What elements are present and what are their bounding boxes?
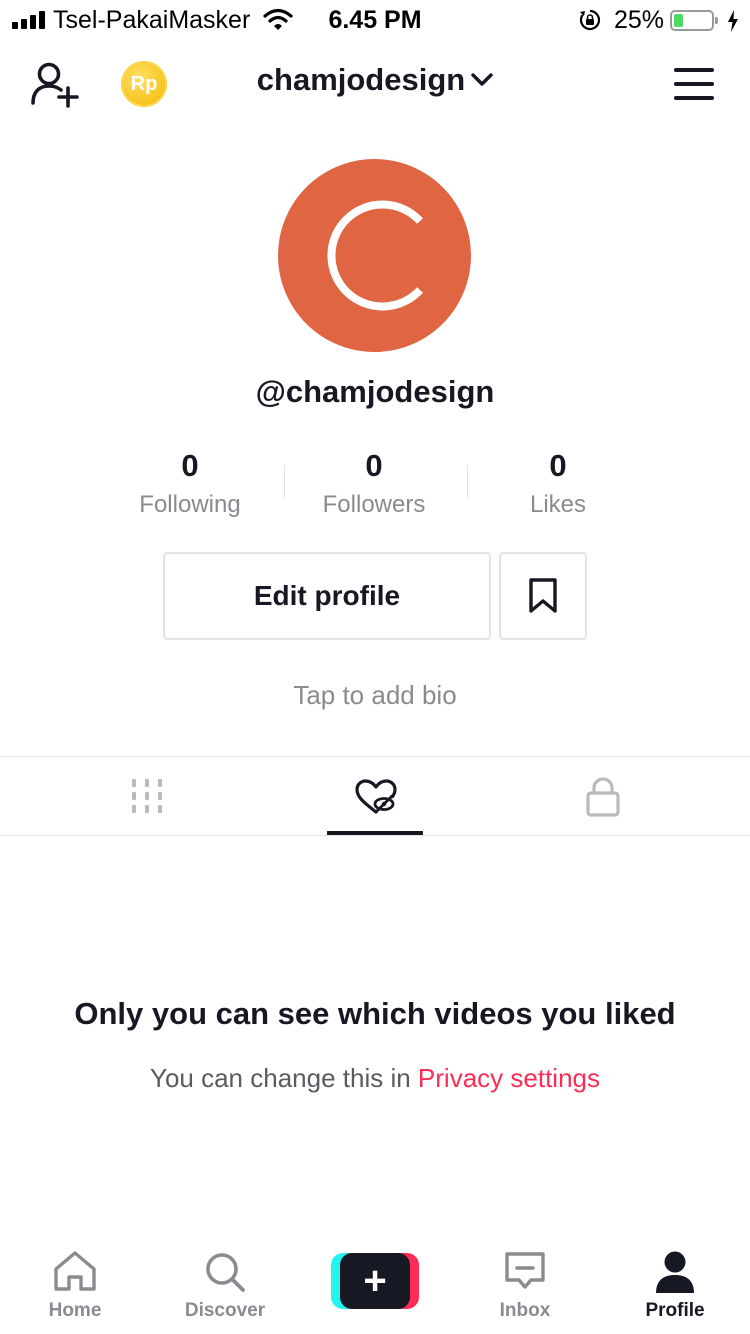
nav-inbox[interactable]: Inbox (450, 1236, 600, 1334)
tab-liked[interactable] (250, 757, 500, 835)
nav-discover[interactable]: Discover (150, 1236, 300, 1334)
empty-state-title: Only you can see which videos you liked (74, 996, 676, 1031)
search-icon (206, 1253, 245, 1292)
stat-value: 0 (365, 448, 383, 483)
favorites-button[interactable] (499, 552, 587, 640)
battery-percent: 25% (614, 6, 665, 34)
nav-label: Inbox (499, 1300, 551, 1321)
tab-private[interactable] (479, 757, 729, 835)
nav-label: Profile (645, 1300, 705, 1321)
profile-icon (656, 1251, 694, 1293)
stat-value: 0 (549, 448, 567, 483)
avatar[interactable] (278, 159, 471, 352)
stat-following[interactable]: 0 Following (98, 446, 282, 521)
edit-profile-button[interactable]: Edit profile (163, 552, 491, 640)
nav-label: Discover (184, 1300, 266, 1321)
home-icon (54, 1251, 96, 1291)
account-switcher[interactable]: chamjodesign (0, 62, 750, 98)
charging-icon (728, 10, 738, 32)
rotation-lock-icon (579, 9, 601, 31)
empty-state-subtitle-text: You can change this in (150, 1063, 411, 1093)
chevron-down-icon (471, 73, 493, 86)
nav-home[interactable]: Home (0, 1236, 150, 1334)
empty-state-subtitle: You can change this in Privacy settings (0, 1063, 750, 1094)
header-username: chamjodesign (256, 62, 466, 97)
stat-label: Followers (322, 491, 426, 518)
inbox-icon (505, 1252, 545, 1289)
menu-icon[interactable] (674, 68, 714, 100)
liked-hidden-icon (355, 779, 397, 814)
tabs-divider (0, 835, 750, 836)
battery-icon (670, 10, 718, 31)
privacy-settings-link[interactable]: Privacy settings (418, 1063, 600, 1093)
avatar-letter-c (327, 200, 423, 311)
tab-videos[interactable] (21, 757, 271, 835)
lock-icon (586, 777, 620, 817)
stat-label: Following (139, 491, 241, 518)
grid-icon (132, 779, 162, 813)
stat-likes[interactable]: 0 Likes (466, 446, 650, 521)
stat-followers[interactable]: 0 Followers (282, 446, 466, 521)
status-bar: Tsel-PakaiMasker 6.45 PM 25% (0, 0, 750, 40)
stat-label: Likes (529, 491, 587, 518)
plus-icon: + (363, 1259, 387, 1303)
create-button[interactable]: + (331, 1253, 419, 1309)
nav-label: Home (48, 1300, 102, 1321)
bio-placeholder[interactable]: Tap to add bio (0, 680, 750, 711)
nav-profile[interactable]: Profile (600, 1236, 750, 1334)
profile-handle: @chamjodesign (255, 374, 495, 409)
stat-value: 0 (181, 448, 199, 483)
bookmark-icon (529, 578, 557, 613)
